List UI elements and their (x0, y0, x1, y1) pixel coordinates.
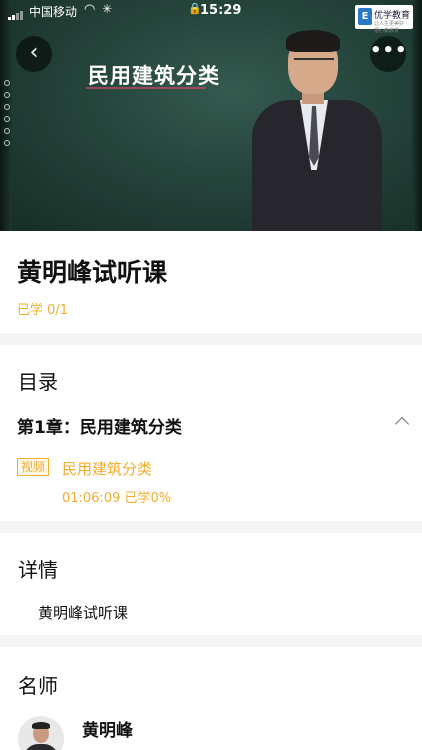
signal-icon (8, 6, 24, 20)
details-card: 详情 黄明峰试听课 (0, 533, 422, 635)
teachers-card: 名师 黄明峰 (0, 647, 422, 750)
logo-subtext: 让人生更美好 · 把心做教育 (374, 21, 408, 34)
brand-logo: E 优学教育 让人生更美好 · 把心做教育 (355, 5, 413, 34)
teachers-heading: 名师 (18, 674, 58, 698)
details-heading: 详情 (18, 558, 58, 582)
avatar[interactable] (18, 716, 64, 750)
logo-mark: E (358, 8, 372, 25)
more-button[interactable]: ••• (370, 36, 408, 72)
teacher-name[interactable]: 黄明峰 (82, 716, 133, 741)
video-player[interactable]: 民用建筑分类 中国移动 ◠ ✳ 🔒 15:29 E 优学教育 让人生更美好 · … (0, 0, 422, 231)
video-board-title: 民用建筑分类 (88, 64, 220, 88)
lesson-meta: 01:06:09 已学0% (62, 487, 171, 506)
course-info-card: 黄明峰试听课 已学 0/1 (0, 231, 422, 333)
carrier-label: 中国移动 (29, 5, 78, 19)
toc-card: 目录 第1章：民用建筑分类 视频 民用建筑分类 01:06:09 已学0% (0, 345, 422, 521)
chapter-row[interactable]: 第1章：民用建筑分类 (17, 413, 410, 438)
chapter-label: 第1章：民用建筑分类 (17, 418, 182, 438)
more-icon: ••• (370, 40, 408, 61)
toc-heading: 目录 (18, 370, 58, 394)
course-progress: 已学 0/1 (17, 303, 69, 318)
board-markers (4, 80, 10, 152)
course-page: 民用建筑分类 中国移动 ◠ ✳ 🔒 15:29 E 优学教育 让人生更美好 · … (0, 0, 422, 750)
lesson-duration: 01:06:09 (62, 491, 121, 506)
loading-icon: ✳ (102, 2, 113, 16)
details-text: 黄明峰试听课 (38, 604, 129, 622)
teacher-subline (82, 744, 222, 750)
lesson-title[interactable]: 民用建筑分类 (62, 458, 152, 479)
back-button[interactable]: ‹ (16, 36, 52, 72)
course-title: 黄明峰试听课 (17, 258, 168, 287)
teacher-video-figure (250, 30, 390, 231)
lesson-progress: 已学0% (124, 491, 172, 506)
video-badge: 视频 (17, 458, 50, 476)
chevron-up-icon[interactable] (394, 416, 410, 432)
chevron-left-icon: ‹ (29, 40, 39, 65)
status-time: 15:29 (200, 3, 242, 18)
wifi-icon: ◠ (84, 2, 96, 17)
